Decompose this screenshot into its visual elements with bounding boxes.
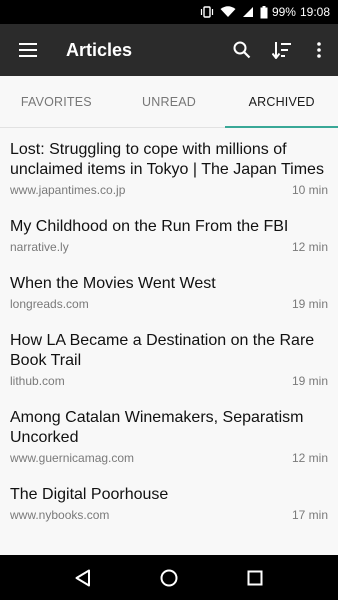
article-read-time: 19 min — [291, 374, 328, 388]
tab-bar: FAVORITES UNREAD ARCHIVED — [0, 76, 338, 128]
article-meta: www.guernicamag.com 12 min — [10, 451, 328, 465]
article-meta: longreads.com 19 min — [10, 297, 328, 311]
battery-percent: 99% — [271, 5, 296, 19]
article-list: Lost: Struggling to cope with millions o… — [0, 128, 338, 555]
article-meta: www.nybooks.com 17 min — [10, 508, 328, 522]
article-source: www.japantimes.co.jp — [10, 183, 126, 197]
article-meta: www.japantimes.co.jp 10 min — [10, 183, 328, 197]
cell-signal-icon — [242, 6, 254, 18]
list-item[interactable]: How LA Became a Destination on the Rare … — [0, 319, 338, 396]
recents-button[interactable] — [231, 555, 279, 600]
article-source: lithub.com — [10, 374, 65, 388]
article-source: narrative.ly — [10, 240, 69, 254]
article-title: The Digital Poorhouse — [10, 486, 169, 503]
list-item[interactable]: My Childhood on the Run From the FBI nar… — [0, 205, 338, 262]
article-title: When the Movies Went West — [10, 275, 216, 292]
article-meta: lithub.com 19 min — [10, 374, 328, 388]
hamburger-menu-icon — [19, 43, 37, 57]
back-button[interactable] — [59, 555, 107, 600]
list-item[interactable]: Lost: Struggling to cope with millions o… — [0, 128, 338, 205]
article-source: www.nybooks.com — [10, 508, 110, 522]
search-icon — [233, 41, 251, 59]
home-button[interactable] — [145, 555, 193, 600]
battery-icon — [260, 5, 268, 19]
app-bar: Articles — [0, 24, 338, 76]
article-title: How LA Became a Destination on the Rare … — [10, 332, 315, 369]
status-bar: 99% 19:08 — [0, 0, 338, 24]
list-item[interactable]: When the Movies Went West longreads.com … — [0, 262, 338, 319]
home-icon — [160, 569, 178, 586]
article-title: Among Catalan Winemakers, Separatism Unc… — [10, 409, 304, 446]
vibrate-icon — [200, 6, 214, 18]
recents-icon — [247, 570, 263, 585]
article-read-time: 12 min — [291, 240, 328, 254]
search-button[interactable] — [222, 24, 262, 76]
back-icon — [75, 569, 90, 586]
sort-button[interactable] — [262, 24, 302, 76]
article-title: Lost: Struggling to cope with millions o… — [10, 141, 324, 178]
article-source: www.guernicamag.com — [10, 451, 135, 465]
article-meta: narrative.ly 12 min — [10, 240, 328, 254]
more-options-button[interactable] — [302, 24, 336, 76]
wifi-icon — [220, 6, 236, 18]
list-item[interactable]: The Digital Poorhouse www.nybooks.com 17… — [0, 473, 338, 530]
article-read-time: 10 min — [291, 183, 328, 197]
article-read-time: 17 min — [291, 508, 328, 522]
more-vert-icon — [317, 42, 321, 58]
screen: 99% 19:08 Articles FAVORITES UNREAD ARCH… — [0, 0, 338, 600]
article-title: My Childhood on the Run From the FBI — [10, 218, 289, 235]
article-source: longreads.com — [10, 297, 89, 311]
sort-icon — [272, 42, 291, 59]
tab-favorites[interactable]: FAVORITES — [0, 76, 113, 127]
page-title: Articles — [66, 39, 133, 60]
article-read-time: 12 min — [291, 451, 328, 465]
menu-button[interactable] — [0, 24, 56, 76]
article-read-time: 19 min — [291, 297, 328, 311]
tab-archived[interactable]: ARCHIVED — [225, 76, 338, 128]
clock: 19:08 — [299, 5, 330, 19]
list-item[interactable]: Among Catalan Winemakers, Separatism Unc… — [0, 396, 338, 473]
tab-unread[interactable]: UNREAD — [113, 76, 226, 127]
system-nav-bar — [0, 555, 338, 600]
